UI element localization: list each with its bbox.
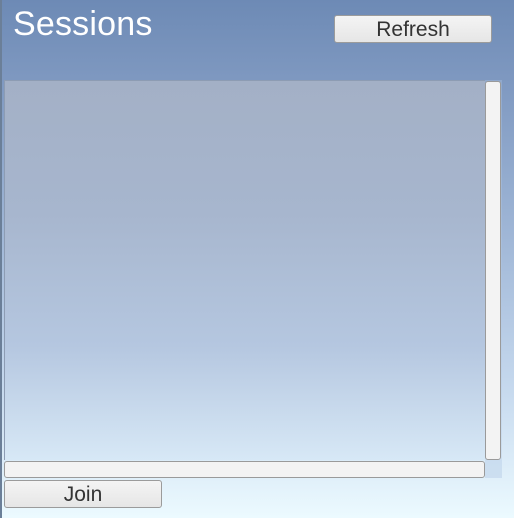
join-button[interactable]: Join: [4, 480, 162, 508]
horizontal-scrollbar-thumb[interactable]: [4, 461, 485, 478]
vertical-scrollbar-thumb[interactable]: [485, 81, 501, 460]
sessions-list[interactable]: [4, 80, 485, 460]
scroll-corner: [485, 460, 502, 478]
page-title: Sessions: [13, 5, 153, 43]
window-left-edge: [0, 0, 2, 518]
refresh-button[interactable]: Refresh: [334, 15, 492, 43]
